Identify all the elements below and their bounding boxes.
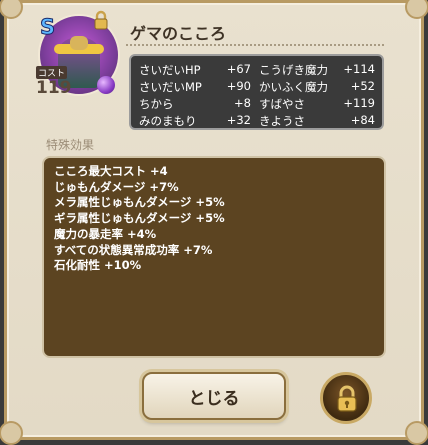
stat-row: すばやさ +119: [259, 96, 375, 112]
stat-label: さいだいHP: [139, 63, 201, 77]
stat-row: こうげき魔力 +114: [259, 62, 375, 78]
stat-label: ちから: [139, 97, 174, 111]
heart-title: ゲマのこころ: [130, 24, 227, 43]
corner-ornament: [405, 421, 428, 445]
special-effects-heading: 特殊効果: [46, 138, 95, 152]
stat-value: +67: [226, 62, 251, 76]
stats-panel: さいだいHP +67 こうげき魔力 +114 さいだいMP +90 かいふく魔力…: [129, 54, 384, 130]
stat-value: +32: [226, 113, 251, 127]
close-button[interactable]: とじる: [142, 372, 286, 420]
effect-item: 魔力の暴走率 +4%: [54, 226, 157, 241]
stat-label: みのまもり: [139, 114, 197, 128]
effect-item: じゅもんダメージ +7%: [54, 179, 179, 194]
stat-label: こうげき魔力: [259, 63, 328, 77]
effect-item: こころ最大コスト +4: [54, 164, 168, 178]
corner-ornament: [405, 0, 428, 19]
stat-label: すばやさ: [259, 97, 305, 111]
stat-label: かいふく魔力: [259, 80, 328, 94]
special-effects-panel: こころ最大コスト +4 じゅもんダメージ +7% メラ属性じゅもんダメージ +5…: [42, 156, 386, 358]
stat-value: +84: [350, 113, 375, 127]
stat-row: みのまもり +32: [139, 113, 251, 129]
stat-row: さいだいHP +67: [139, 62, 251, 78]
title-divider: [126, 44, 384, 46]
cost-value: 119: [36, 78, 72, 98]
stat-value: +119: [343, 96, 375, 110]
monster-face: [70, 36, 88, 50]
effect-item: 石化耐性 +10%: [54, 258, 142, 273]
effect-item: メラ属性じゅもんダメージ +5%: [54, 195, 225, 210]
stat-value: +114: [343, 62, 375, 76]
effect-item: ギラ属性じゅもんダメージ +5%: [54, 211, 225, 226]
effect-item: すべての状態異常成功率 +7%: [54, 242, 213, 257]
stat-row: かいふく魔力 +52: [259, 79, 375, 95]
stat-label: きようさ: [259, 114, 305, 128]
corner-ornament: [0, 421, 23, 445]
stat-row: きようさ +84: [259, 113, 375, 129]
stat-row: さいだいMP +90: [139, 79, 251, 95]
lock-toggle-button[interactable]: [320, 372, 372, 424]
corner-ornament: [0, 0, 23, 19]
stat-value: +52: [350, 79, 375, 93]
lock-icon: [337, 385, 357, 412]
lock-icon: [94, 10, 108, 30]
gem-icon: [97, 76, 115, 94]
stat-row: ちから +8: [139, 96, 251, 112]
stat-value: +8: [234, 96, 251, 110]
rank-badge: S: [39, 15, 56, 40]
stat-label: さいだいMP: [139, 80, 202, 94]
stat-value: +90: [226, 79, 251, 93]
